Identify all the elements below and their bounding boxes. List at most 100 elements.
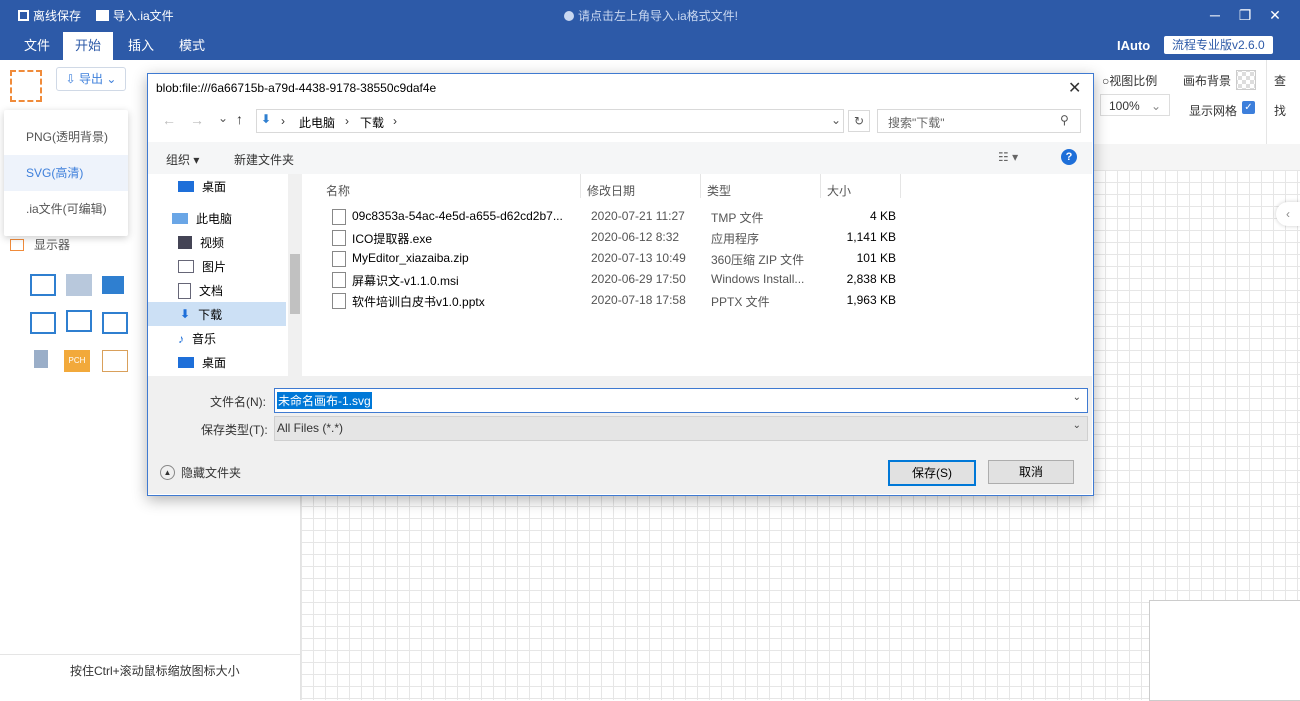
save-icon bbox=[18, 10, 29, 21]
file-row[interactable]: ICO提取器.exe 2020-06-12 8:32 应用程序 1,141 KB bbox=[326, 227, 896, 248]
minimize-icon[interactable]: ─ bbox=[1206, 6, 1224, 24]
info-icon bbox=[564, 10, 574, 21]
monitor-icon[interactable] bbox=[102, 276, 124, 294]
file-type: TMP 文件 bbox=[711, 211, 764, 225]
import-hint: 请点击左上角导入.ia格式文件! bbox=[564, 7, 738, 24]
offline-save-button[interactable]: 离线保存 bbox=[18, 7, 81, 24]
canvas-bg-label: 画布背景 bbox=[1183, 74, 1232, 88]
command-bar: 组织 ▾ 新建文件夹 ☷ ▾ ? bbox=[148, 142, 1092, 174]
show-grid-checkbox[interactable]: ✓ bbox=[1242, 101, 1255, 114]
nav-scrollbar[interactable] bbox=[288, 174, 302, 376]
file-type: PPTX 文件 bbox=[711, 295, 770, 309]
monitor-chart-icon[interactable] bbox=[102, 312, 128, 334]
minimap[interactable] bbox=[1149, 600, 1300, 701]
show-grid-label: 显示网格 bbox=[1189, 104, 1238, 118]
save-button[interactable]: 保存(S) bbox=[888, 460, 976, 486]
nav-documents[interactable]: 文档 bbox=[178, 282, 223, 299]
col-name[interactable]: 名称 bbox=[326, 182, 350, 199]
file-icon bbox=[332, 272, 346, 288]
col-type[interactable]: 类型 bbox=[707, 182, 731, 199]
scroll-thumb[interactable] bbox=[290, 254, 300, 314]
new-folder-button[interactable]: 新建文件夹 bbox=[234, 151, 294, 168]
import-file-button[interactable]: 导入.ia文件 bbox=[96, 7, 174, 24]
filename-field[interactable]: 未命名画布-1.svg ⌄ bbox=[274, 388, 1088, 413]
file-row[interactable]: 09c8353a-54ac-4e5d-a655-d62cd2b7... 2020-… bbox=[326, 206, 896, 227]
category-header[interactable]: 显示器 bbox=[10, 236, 70, 253]
device-icon[interactable] bbox=[34, 350, 48, 368]
export-button[interactable]: ⇩ 导出 ⌄ bbox=[56, 67, 126, 91]
folder-icon bbox=[10, 238, 24, 251]
col-date[interactable]: 修改日期 bbox=[587, 182, 635, 199]
forward-icon[interactable]: → bbox=[190, 112, 204, 128]
file-size: 101 KB bbox=[856, 251, 896, 265]
col-size[interactable]: 大小 bbox=[827, 182, 851, 199]
file-name: 屏幕识文-v1.1.0.msi bbox=[352, 274, 459, 288]
file-size: 1,141 KB bbox=[846, 230, 896, 244]
monitor-icon[interactable] bbox=[102, 350, 128, 372]
filetype-select[interactable]: All Files (*.*) ⌄ bbox=[274, 416, 1088, 441]
title-bar: 离线保存 导入.ia文件 请点击左上角导入.ia格式文件! ─ ❐ ✕ bbox=[0, 0, 1300, 32]
export-ia-item[interactable]: .ia文件(可编辑) bbox=[4, 191, 128, 227]
monitor-warning-icon[interactable] bbox=[66, 310, 92, 332]
zoom-hint: 按住Ctrl+滚动鼠标缩放图标大小 bbox=[70, 664, 240, 678]
fit-screen-icon[interactable] bbox=[10, 70, 42, 102]
file-row[interactable]: 屏幕识文-v1.1.0.msi 2020-06-29 17:50 Windows I… bbox=[326, 269, 896, 290]
nav-this-pc[interactable]: 此电脑 bbox=[172, 210, 232, 227]
file-type: 应用程序 bbox=[711, 232, 760, 246]
cancel-button[interactable]: 取消 bbox=[988, 460, 1074, 484]
download-icon: ⬇ bbox=[180, 307, 191, 321]
save-dialog: blob:file:///6a66715b-a79d-4438-9178-385… bbox=[147, 73, 1094, 496]
download-icon: ⇩ bbox=[65, 72, 76, 86]
file-row[interactable]: 软件培训白皮书v1.0.pptx 2020-07-18 17:58 PPTX 文件 1… bbox=[326, 290, 896, 311]
chevron-down-icon[interactable]: ⌄ bbox=[218, 111, 228, 125]
monitor-settings-icon[interactable] bbox=[30, 312, 56, 334]
refresh-icon[interactable]: ↻ bbox=[848, 110, 870, 132]
export-svg-item[interactable]: SVG(高清) bbox=[4, 155, 128, 191]
view-options-icon[interactable]: ☷ ▾ bbox=[998, 150, 1018, 164]
file-row[interactable]: MyEditor_xiazaiba.zip 2020-07-13 10:49 360… bbox=[326, 248, 896, 269]
file-name: 软件培训白皮书v1.0.pptx bbox=[352, 295, 485, 309]
document-icon bbox=[178, 282, 191, 299]
file-size: 1,963 KB bbox=[846, 293, 896, 307]
menu-mode[interactable]: 模式 bbox=[167, 32, 217, 60]
search-input[interactable]: 搜索"下载" ⚲ bbox=[877, 109, 1081, 133]
nav-desktop-2[interactable]: 桌面 bbox=[178, 354, 226, 371]
download-icon: ⬇ bbox=[261, 112, 272, 126]
breadcrumb-downloads[interactable]: 下载 bbox=[360, 114, 384, 131]
restore-icon[interactable]: ❐ bbox=[1236, 6, 1254, 24]
organize-button[interactable]: 组织 ▾ bbox=[166, 151, 199, 168]
file-list: 名称 修改日期 类型 大小 09c8353a-54ac-4e5d-a655-d6… bbox=[306, 174, 1091, 376]
close-icon[interactable]: ✕ bbox=[1068, 78, 1081, 98]
canvas-bg-picker[interactable] bbox=[1236, 70, 1256, 90]
menu-start[interactable]: 开始 bbox=[63, 32, 114, 60]
nav-desktop[interactable]: 桌面 bbox=[178, 178, 226, 195]
breadcrumb-pc[interactable]: 此电脑 bbox=[299, 114, 335, 131]
chevron-down-icon: ⌄ bbox=[106, 72, 117, 86]
monitor-icon[interactable] bbox=[30, 274, 56, 296]
back-icon[interactable]: ← bbox=[162, 112, 176, 128]
file-size: 4 KB bbox=[869, 209, 896, 223]
nav-music[interactable]: ♪ 音乐 bbox=[178, 330, 216, 347]
hide-folders-toggle[interactable]: ▲ 隐藏文件夹 bbox=[160, 464, 241, 481]
up-icon[interactable]: ↑ bbox=[236, 111, 243, 127]
zoom-select[interactable]: 100% ⌄ bbox=[1100, 94, 1170, 116]
file-type: 360压缩 ZIP 文件 bbox=[711, 253, 805, 267]
nav-downloads[interactable]: ⬇ 下载 bbox=[148, 302, 286, 326]
find-label[interactable]: 查 bbox=[1274, 72, 1286, 89]
file-size: 2,838 KB bbox=[846, 272, 896, 286]
address-bar[interactable]: ⬇ › 此电脑 › 下载 › ⌄ bbox=[256, 109, 844, 133]
collapse-panel-icon[interactable]: ‹ bbox=[1276, 202, 1300, 226]
close-window-icon[interactable]: ✕ bbox=[1266, 6, 1284, 24]
pch-icon[interactable]: PCH bbox=[64, 350, 90, 372]
menu-file[interactable]: 文件 bbox=[12, 32, 62, 60]
nav-videos[interactable]: 视频 bbox=[178, 234, 224, 251]
help-icon[interactable]: ? bbox=[1061, 149, 1077, 165]
find-label-2[interactable]: 找 bbox=[1274, 102, 1286, 119]
menu-insert[interactable]: 插入 bbox=[116, 32, 166, 60]
nav-pictures[interactable]: 图片 bbox=[178, 258, 226, 275]
monitor-icon[interactable] bbox=[66, 274, 92, 296]
export-png-item[interactable]: PNG(透明背景) bbox=[4, 119, 128, 155]
export-menu: PNG(透明背景) SVG(高清) .ia文件(可编辑) bbox=[4, 110, 128, 236]
chevron-down-icon[interactable]: ⌄ bbox=[831, 113, 841, 127]
file-date: 2020-06-12 8:32 bbox=[591, 230, 680, 244]
